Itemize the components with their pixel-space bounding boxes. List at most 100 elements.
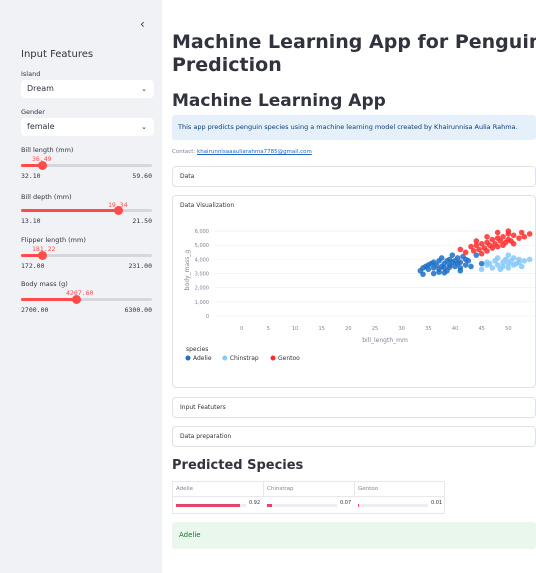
data-point-chinstrap [516,256,522,263]
slider-min: 172.00 [21,262,45,270]
flipper-length-slider[interactable] [21,251,152,260]
x-tick-label: 40 [452,326,458,332]
sidebar-title: Input Features [21,49,94,60]
page-title-line-2: Prediction [172,54,282,76]
chevron-down-icon: ⌄ [141,123,147,131]
slider-thumb[interactable] [37,251,47,260]
info-box: This app predicts penguin species using … [172,115,536,140]
y-axis-label: body_mass_g [184,250,191,291]
island-select-value: Dream [27,84,54,93]
y-tick-label: 3,000 [195,272,209,278]
data-point-gentoo [510,232,517,239]
data-point-gentoo [470,248,477,254]
prediction-result: Adelie [172,522,536,549]
progress-track [358,504,428,507]
probability-value: 0.07 [340,500,352,506]
legend-marker [270,355,276,361]
slider-min: 2700.00 [21,306,49,314]
column-header-gentoo: Gentoo [358,486,379,492]
x-tick-label: 15 [318,326,324,332]
expander-visualization: Data Visualization 0 1,000 2,000 3,000 4,000… [172,195,536,388]
x-axis-label: bill_length_mm [362,337,408,344]
bill-depth-slider[interactable] [21,206,152,215]
data-point-chinstrap [478,266,485,273]
data-point-gentoo [473,238,480,244]
gender-select[interactable]: female ⌄ [21,118,154,136]
body-mass-slider[interactable] [21,295,152,304]
island-label: Island [21,70,41,78]
slider-fill [21,209,118,212]
page-subtitle: Machine Learning App [172,91,386,111]
data-point-adelie [430,270,437,277]
predicted-species-heading: Predicted Species [172,458,304,473]
data-point-adelie [457,267,464,274]
data-point-adelie [446,264,453,270]
slider-thumb[interactable] [37,161,47,170]
data-point-chinstrap [510,255,517,261]
main-content: Machine Learning App for Penguin Spec Pr… [162,0,536,573]
data-point-gentoo [484,233,490,240]
progress-track [267,504,337,507]
y-tick-label: 6,000 [195,229,209,235]
data-point-adelie [438,255,445,261]
expander-input-features[interactable]: Input Featuters [172,397,536,418]
contact-label: Contact: [172,149,196,155]
data-point-gentoo [478,250,485,257]
x-tick-label: 5 [267,326,270,332]
progress-track [176,504,246,507]
data-point-adelie [457,259,464,266]
flipper-length-range: 172.00 231.00 [21,262,152,270]
x-tick-label: 30 [398,326,404,332]
x-tick-label: 10 [292,326,298,332]
slider-thumb[interactable] [113,206,123,215]
data-point-gentoo [500,233,506,240]
x-tick-label: 50 [505,326,511,332]
probability-bar [176,504,241,507]
bill-depth-range: 13.10 21.50 [21,217,152,225]
probability-cell: 0.92 [173,497,264,514]
slider-min: 13.10 [21,217,41,225]
data-point-chinstrap [505,252,512,258]
data-point-chinstrap [505,265,512,271]
data-point-gentoo [462,249,469,256]
slider-max: 6300.00 [124,306,152,314]
data-point-gentoo [494,243,501,250]
data-point-chinstrap [518,263,525,270]
bill-length-range: 32.10 59.60 [21,172,152,180]
data-point-chinstrap [521,258,528,264]
slider-min: 32.10 [21,172,41,180]
bill-length-slider[interactable] [21,161,152,170]
expander-label: Data [180,173,195,180]
flipper-length-label: Flipper length (mm) [21,236,86,244]
expander-data-preparation[interactable]: Data preparation [172,426,536,447]
y-tick-label: 5,000 [195,243,209,249]
data-point-adelie [449,252,456,258]
slider-fill [21,298,77,301]
body-mass-label: Body mass (g) [21,280,68,288]
contact-email-link[interactable]: khairunnisaaauliarahma7785@gmail.com [197,149,312,155]
slider-max: 59.60 [132,172,152,180]
x-tick-label: 0 [240,326,243,332]
legend-marker [185,355,191,361]
data-point-gentoo [505,228,512,234]
probability-cell: 0.01 [355,497,445,514]
data-point-adelie [436,269,442,275]
expander-label[interactable]: Data Visualization [180,202,234,209]
slider-thumb[interactable] [72,295,82,304]
data-point-gentoo [457,246,464,253]
scatter-chart: 0 1,000 2,000 3,000 4,000 5,000 6,000 0 5 10 15 20 2… [184,228,535,362]
expander-data[interactable]: Data [172,166,536,187]
sidebar: ‹ Input Features Island Dream ⌄ Gender f… [0,0,162,573]
x-tick-label: 20 [345,326,351,332]
y-tick-label: 1,000 [195,300,209,306]
x-tick-label: 35 [425,326,431,332]
probability-table: Adelie Chinstrap Gentoo 0.92 0.07 0.01 [172,481,445,514]
collapse-sidebar-button[interactable]: ‹ [140,17,145,31]
body-mass-range: 2700.00 6300.00 [21,306,152,314]
column-header-chinstrap: Chinstrap [264,482,355,496]
y-tick-label: 0 [206,314,209,320]
island-select[interactable]: Dream ⌄ [21,80,154,98]
probability-cell: 0.07 [264,497,355,514]
bill-length-label: Bill length (mm) [21,146,74,154]
data-point-gentoo [484,248,490,254]
